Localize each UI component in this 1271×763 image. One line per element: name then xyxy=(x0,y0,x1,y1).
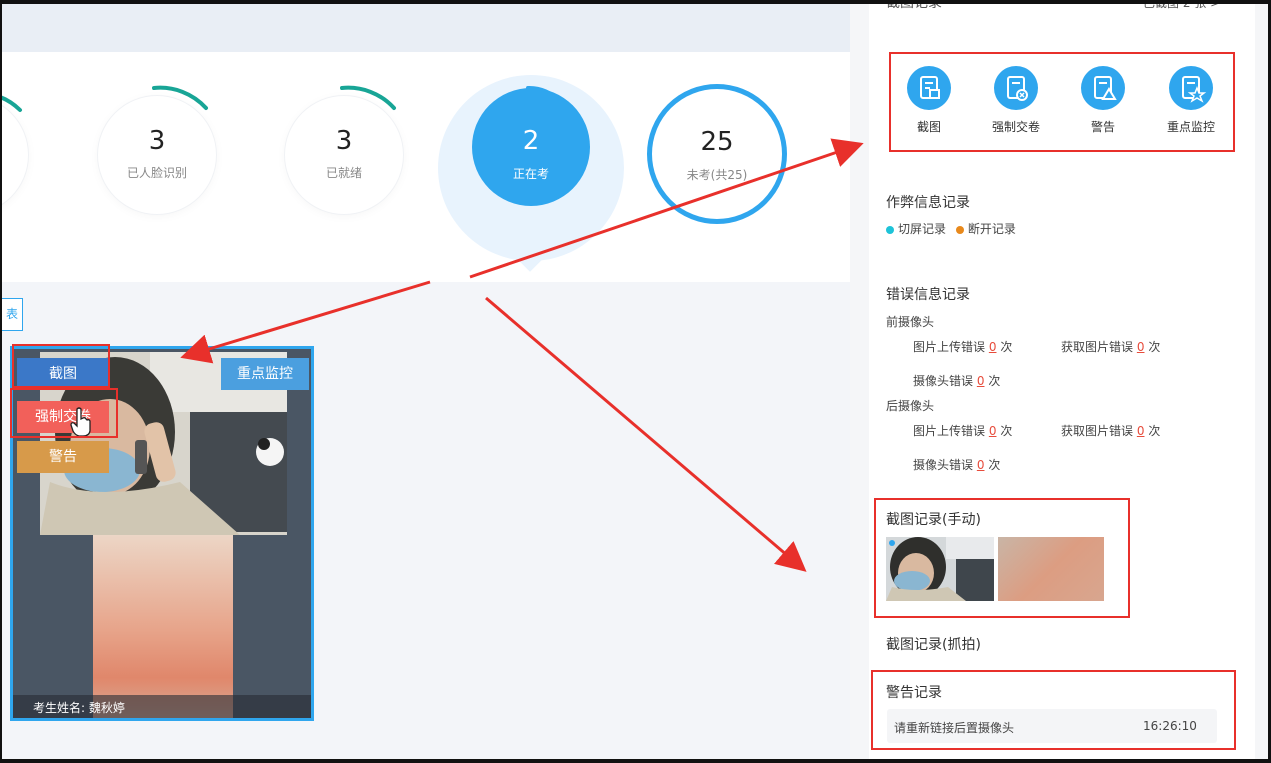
frame-left xyxy=(0,0,2,763)
arrow-to-actions xyxy=(469,138,864,279)
arrow-to-screenshots xyxy=(485,296,807,572)
frame-top xyxy=(0,0,1271,4)
frame-bottom xyxy=(0,759,1271,763)
annotation-arrows xyxy=(180,138,864,572)
arrow-to-card xyxy=(180,280,431,364)
